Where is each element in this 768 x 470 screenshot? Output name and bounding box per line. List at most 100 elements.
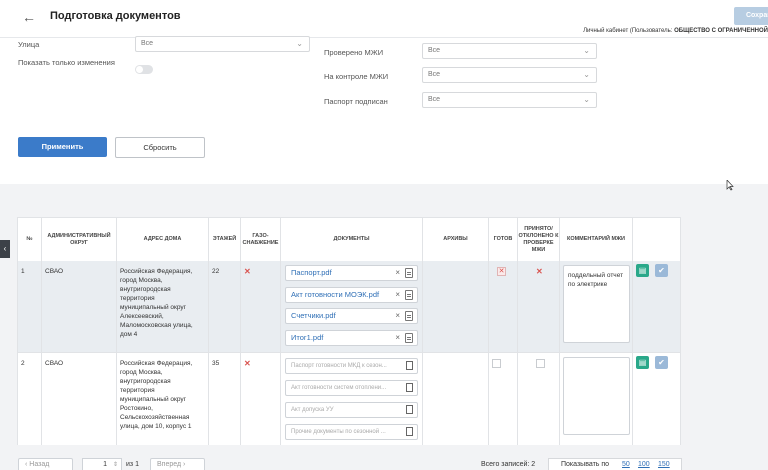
cell-documents: Паспорт.pdf × Акт готовности МОЭК.pdf × Сч…	[281, 261, 423, 352]
next-page-button[interactable]: Вперед ›	[150, 458, 205, 470]
document-file[interactable]: Счетчики.pdf ×	[285, 308, 418, 324]
changes-toggle[interactable]	[135, 65, 153, 74]
confirm-check-icon[interactable]: ✔	[655, 356, 668, 369]
table-row[interactable]: 1 СВАО Российская Федерация, город Москв…	[18, 261, 680, 352]
document-name[interactable]: Итог1.pdf	[291, 333, 323, 342]
page-size-50[interactable]: 50	[622, 461, 630, 468]
cell-documents: Паспорт готовности МКД к сезон... Акт го…	[281, 353, 423, 445]
comment-textarea[interactable]	[563, 357, 630, 435]
file-icon[interactable]	[405, 290, 413, 300]
file-icon[interactable]	[405, 311, 413, 321]
toggle-knob	[136, 66, 143, 73]
file-icon[interactable]	[405, 333, 413, 343]
page-number-input[interactable]: 1 ⇕	[82, 458, 122, 470]
cell-address: Российская Федерация, город Москва, внут…	[117, 353, 209, 445]
file-icon[interactable]	[406, 383, 413, 392]
document-name[interactable]: Акт готовности МОЭК.pdf	[291, 290, 379, 299]
col-header-address: Адрес дома	[117, 218, 209, 261]
save-row-icon[interactable]: ▤	[636, 356, 649, 369]
table-row[interactable]: 2 СВАО Российская Федерация, город Москв…	[18, 352, 680, 445]
cell-actions: ▤ ✔	[633, 353, 680, 445]
document-upload-field[interactable]: Паспорт готовности МКД к сезон...	[285, 358, 418, 374]
cell-num: 1	[18, 261, 42, 352]
file-icon[interactable]	[405, 268, 413, 278]
cell-actions: ▤ ✔	[633, 261, 680, 352]
file-icon[interactable]	[406, 405, 413, 414]
document-upload-field[interactable]: Акт допуска УУ	[285, 402, 418, 418]
cell-archives	[423, 353, 489, 445]
control-mzhi-value: Все	[428, 71, 441, 78]
cabinet-org: ОБЩЕСТВО С ОГРАНИЧЕННОЙ	[674, 28, 768, 34]
ready-checkbox[interactable]	[492, 359, 501, 368]
mouse-cursor-icon	[726, 180, 734, 191]
ready-checkbox[interactable]: ✕	[497, 267, 506, 276]
document-name[interactable]: Счетчики.pdf	[291, 311, 336, 320]
documents-table: № Административный округ Адрес дома Этаж…	[17, 217, 681, 445]
col-header-ready: Готов	[489, 218, 518, 261]
cell-accepted	[518, 353, 560, 445]
accepted-checkbox[interactable]	[536, 359, 545, 368]
col-header-gas: Газо-снабжение	[241, 218, 281, 261]
document-name[interactable]: Паспорт.pdf	[291, 268, 332, 277]
gas-absent-icon: ✕	[244, 359, 251, 368]
reset-button[interactable]: Сбросить	[115, 137, 205, 158]
document-upload-field[interactable]: Прочие документы по сезонной ...	[285, 424, 418, 440]
document-file[interactable]: Акт готовности МОЭК.pdf ×	[285, 287, 418, 303]
document-upload-field[interactable]: Акт готовности систем отоплени...	[285, 380, 418, 396]
control-mzhi-label: На контроле МЖИ	[324, 72, 389, 81]
page-count: из 1	[126, 461, 139, 468]
file-icon[interactable]	[406, 427, 413, 436]
next-page-label: Вперед	[157, 461, 182, 468]
page-title: Подготовка документов	[50, 10, 181, 22]
control-mzhi-select[interactable]: Все ⌄	[422, 67, 597, 83]
street-select-value: Все	[141, 40, 154, 47]
cell-gas: ✕	[241, 261, 281, 352]
arrow-left-icon[interactable]: ←	[22, 9, 40, 25]
page-size-150[interactable]: 150	[658, 461, 670, 468]
remove-file-icon[interactable]: ×	[395, 288, 400, 302]
user-cabinet-info[interactable]: Личный кабинет (Пользователь: ОБЩЕСТВО С…	[583, 28, 768, 34]
document-file[interactable]: Итог1.pdf ×	[285, 330, 418, 346]
col-header-archives: Архивы	[423, 218, 489, 261]
apply-button[interactable]: Применить	[18, 137, 107, 157]
remove-file-icon[interactable]: ×	[395, 331, 400, 345]
stepper-icon[interactable]: ⇕	[113, 459, 118, 470]
upload-placeholder: Паспорт готовности МКД к сезон...	[291, 363, 387, 369]
cell-address: Российская Федерация, город Москва, внут…	[117, 261, 209, 352]
comment-textarea[interactable]: поддельный отчет по электрике	[563, 265, 630, 343]
checked-mzhi-value: Все	[428, 47, 441, 54]
page-size-100[interactable]: 100	[638, 461, 650, 468]
confirm-check-icon[interactable]: ✔	[655, 264, 668, 277]
remove-file-icon[interactable]: ×	[395, 309, 400, 323]
changes-label: Показать только изменения	[18, 58, 115, 67]
checked-mzhi-label: Проверено МЖИ	[324, 48, 384, 57]
col-header-documents: Документы	[281, 218, 423, 261]
passport-signed-select[interactable]: Все ⌄	[422, 92, 597, 108]
cell-floors: 35	[209, 353, 241, 445]
upload-placeholder: Акт готовности систем отоплени...	[291, 385, 387, 391]
chevron-down-icon: ⌄	[583, 70, 590, 79]
prev-page-label: Назад	[29, 461, 50, 468]
remove-file-icon[interactable]: ×	[395, 266, 400, 280]
file-icon[interactable]	[406, 361, 413, 370]
col-header-accepted: Принято/ отклонено к проверке МЖИ	[518, 218, 560, 261]
filters-panel: Улица Все ⌄ Показать только изменения Пр…	[0, 36, 768, 184]
col-header-district: Административный округ	[42, 218, 117, 261]
document-file[interactable]: Паспорт.pdf ×	[285, 265, 418, 281]
total-records: Всего записей: 2	[481, 461, 536, 468]
rejected-icon: ✕	[536, 267, 543, 276]
save-row-icon[interactable]: ▤	[636, 264, 649, 277]
save-button[interactable]: Сохранить	[734, 7, 768, 25]
app-header: ← Подготовка документов Сохранить Личный…	[0, 0, 768, 38]
street-select[interactable]: Все ⌄	[135, 36, 310, 52]
cell-archives	[423, 261, 489, 352]
chevron-down-icon: ⌄	[583, 95, 590, 104]
cell-floors: 22	[209, 261, 241, 352]
checked-mzhi-select[interactable]: Все ⌄	[422, 43, 597, 59]
chevron-right-icon: ›	[181, 461, 186, 468]
pagination: ‹ Назад 1 ⇕ из 1 Вперед › Всего записей: …	[0, 455, 768, 470]
prev-page-button[interactable]: ‹ Назад	[18, 458, 73, 470]
passport-signed-label: Паспорт подписан	[324, 97, 388, 106]
cell-ready	[489, 353, 518, 445]
sidebar-toggle-icon[interactable]: ‹	[0, 240, 10, 258]
